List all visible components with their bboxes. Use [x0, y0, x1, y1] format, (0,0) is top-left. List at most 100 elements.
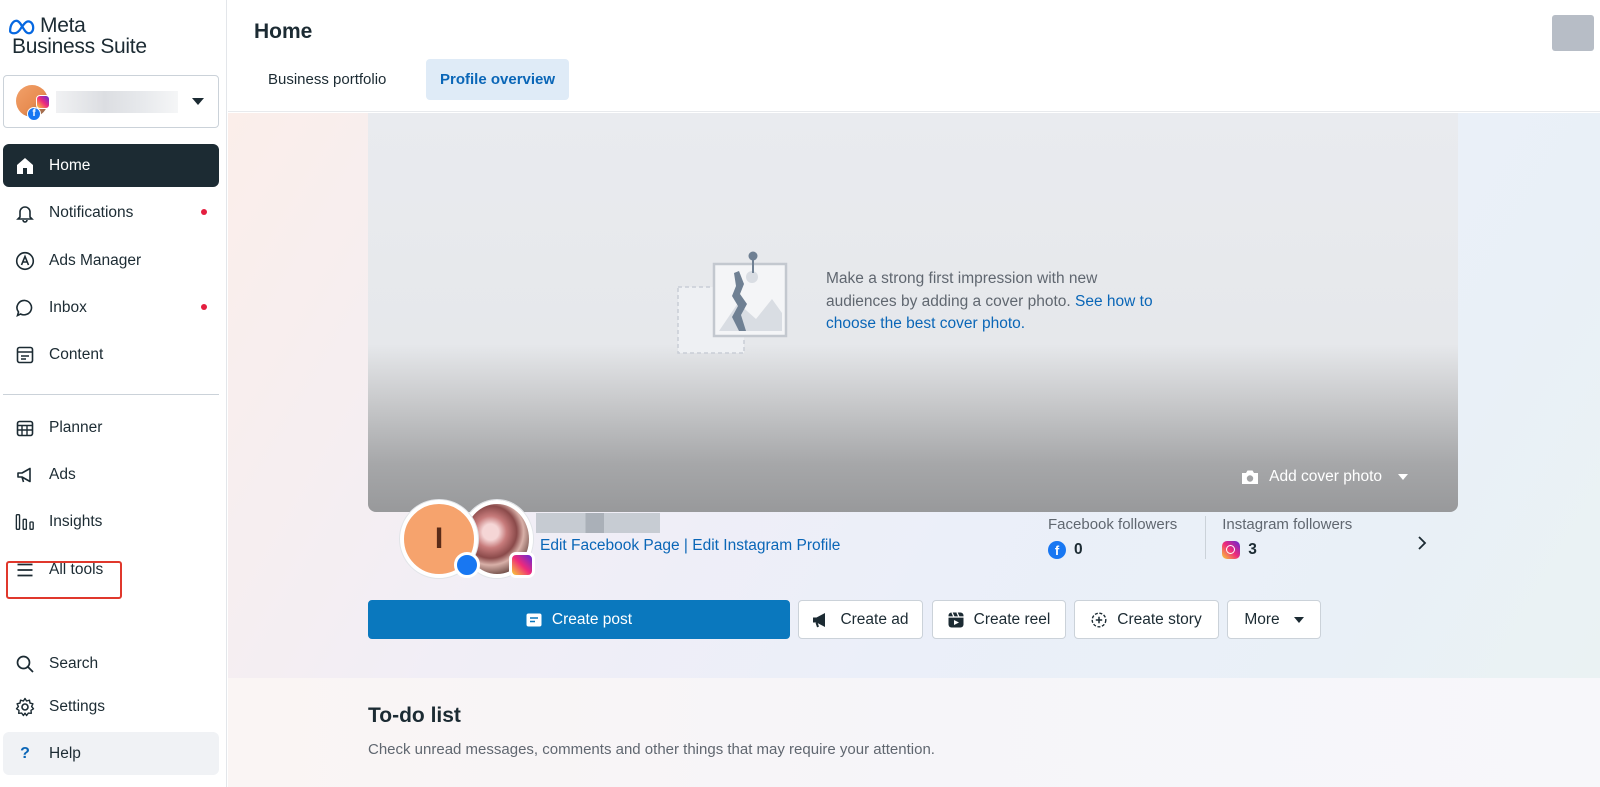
- question-icon: ?: [20, 744, 30, 762]
- sidebar-item-content[interactable]: Content: [3, 333, 219, 376]
- camera-icon: [1242, 470, 1259, 484]
- todo-list-title: To-do list: [368, 704, 461, 727]
- stat-label: Facebook followers: [1048, 516, 1178, 533]
- bell-icon: [15, 203, 35, 223]
- sidebar-item-label: Search: [49, 654, 99, 672]
- sidebar-item-notifications[interactable]: Notifications: [3, 191, 219, 234]
- sidebar: Meta Business Suite f Home Notifications: [0, 0, 227, 787]
- sidebar-item-insights[interactable]: Insights: [3, 500, 219, 543]
- account-name-redacted: [56, 90, 178, 113]
- facebook-page-avatar[interactable]: I: [400, 500, 480, 578]
- facebook-badge-icon: [454, 552, 480, 578]
- story-plus-icon: [1091, 611, 1107, 628]
- profile-name-redacted: [536, 513, 660, 533]
- calendar-icon: [15, 418, 35, 438]
- sidebar-item-label: All tools: [49, 560, 104, 578]
- instagram-icon: [1222, 541, 1241, 559]
- stat-value: 0: [1074, 541, 1083, 558]
- megaphone-icon: [15, 465, 35, 485]
- logo-line-business-suite: Business Suite: [12, 35, 147, 58]
- content-icon: [15, 345, 35, 365]
- sidebar-item-help[interactable]: ? Help: [3, 732, 219, 775]
- edit-facebook-page-link[interactable]: Edit Facebook Page: [540, 537, 680, 554]
- sidebar-item-home[interactable]: Home: [3, 144, 219, 187]
- facebook-followers-stat: Facebook followers f 0: [1048, 516, 1205, 559]
- caret-down-icon: [1293, 616, 1304, 623]
- chevron-right-icon[interactable]: [1416, 535, 1428, 551]
- account-avatar: f: [16, 84, 50, 121]
- avatar-letter: I: [434, 522, 444, 555]
- sidebar-item-inbox[interactable]: Inbox: [3, 286, 219, 329]
- page-header: Home Business portfolio Profile overview: [228, 0, 1600, 112]
- caret-down-icon: [192, 98, 204, 105]
- stat-value: 3: [1248, 541, 1257, 558]
- sidebar-item-ads[interactable]: Ads: [3, 453, 219, 496]
- sidebar-item-label: Settings: [49, 697, 106, 715]
- sidebar-item-label: Ads: [49, 465, 76, 483]
- ads-manager-icon: [15, 251, 35, 271]
- facebook-badge-icon: f: [27, 106, 41, 121]
- post-icon: [526, 613, 542, 626]
- create-reel-label: Create reel: [973, 610, 1051, 628]
- meta-logo-icon: [8, 19, 35, 35]
- create-ad-button[interactable]: Create ad: [798, 600, 923, 639]
- stat-label: Instagram followers: [1222, 516, 1353, 533]
- bar-chart-icon: [15, 512, 35, 532]
- sidebar-item-label: Home: [49, 156, 91, 174]
- edit-profile-links: Edit Facebook Page | Edit Instagram Prof…: [540, 537, 840, 555]
- links-separator: |: [683, 537, 688, 554]
- meta-business-suite-logo[interactable]: Meta Business Suite: [8, 14, 147, 58]
- profile-overview-section: Make a strong first impression with new …: [228, 113, 1600, 678]
- sidebar-divider: [3, 394, 219, 395]
- sidebar-item-all-tools[interactable]: All tools: [3, 548, 219, 591]
- instagram-badge-icon: [36, 94, 50, 109]
- main-content: Make a strong first impression with new …: [228, 113, 1600, 787]
- sidebar-item-settings[interactable]: Settings: [3, 685, 219, 728]
- facebook-icon: f: [1048, 541, 1066, 559]
- cover-prompt-text: Make a strong first impression with new …: [826, 270, 1098, 310]
- edit-instagram-profile-link[interactable]: Edit Instagram Profile: [692, 537, 840, 554]
- chat-bubble-icon: [15, 298, 35, 318]
- create-reel-button[interactable]: Create reel: [932, 600, 1066, 639]
- menu-icon: [15, 560, 35, 580]
- instagram-badge-icon: [509, 552, 535, 578]
- add-cover-photo-label: Add cover photo: [1269, 468, 1382, 485]
- account-switcher[interactable]: f: [3, 75, 219, 128]
- sidebar-item-label: Planner: [49, 418, 103, 436]
- add-cover-photo-button[interactable]: Add cover photo: [1241, 468, 1408, 486]
- create-story-label: Create story: [1117, 610, 1202, 628]
- logo-line-meta: Meta: [40, 14, 86, 37]
- create-post-label: Create post: [551, 610, 633, 628]
- sidebar-item-label: Inbox: [49, 298, 87, 316]
- todo-list-subtitle: Check unread messages, comments and othe…: [368, 741, 935, 758]
- sidebar-item-label: Notifications: [49, 203, 134, 221]
- megaphone-icon: [813, 612, 826, 627]
- create-story-button[interactable]: Create story: [1074, 600, 1219, 639]
- notification-dot: [201, 304, 207, 310]
- more-actions-button[interactable]: More: [1227, 600, 1321, 639]
- sidebar-item-search[interactable]: Search: [3, 642, 219, 685]
- reel-icon: [948, 611, 964, 627]
- tab-profile-overview[interactable]: Profile overview: [426, 59, 570, 100]
- sidebar-item-label: Content: [49, 345, 104, 363]
- home-icon: [15, 156, 35, 176]
- page-title: Home: [254, 20, 313, 43]
- user-avatar[interactable]: [1552, 15, 1594, 51]
- cover-photo-area: Make a strong first impression with new …: [368, 113, 1458, 512]
- sidebar-item-ads-manager[interactable]: Ads Manager: [3, 239, 219, 282]
- create-ad-label: Create ad: [840, 610, 909, 628]
- sidebar-item-planner[interactable]: Planner: [3, 406, 219, 449]
- tab-business-portfolio[interactable]: Business portfolio: [254, 59, 400, 100]
- sidebar-item-label: Insights: [49, 512, 103, 530]
- more-label: More: [1244, 610, 1280, 628]
- instagram-followers-stat: Instagram followers 3: [1205, 516, 1380, 559]
- sidebar-item-label: Help: [49, 744, 81, 762]
- sidebar-item-label: Ads Manager: [49, 251, 142, 269]
- create-post-button[interactable]: Create post: [368, 600, 790, 639]
- notification-dot: [201, 209, 207, 215]
- gear-icon: [15, 697, 35, 717]
- search-icon: [15, 654, 35, 674]
- caret-down-icon: [1398, 474, 1408, 480]
- follower-stats[interactable]: Facebook followers f 0 Instagram followe…: [1048, 516, 1380, 559]
- cover-photo-illustration-icon: [677, 251, 788, 354]
